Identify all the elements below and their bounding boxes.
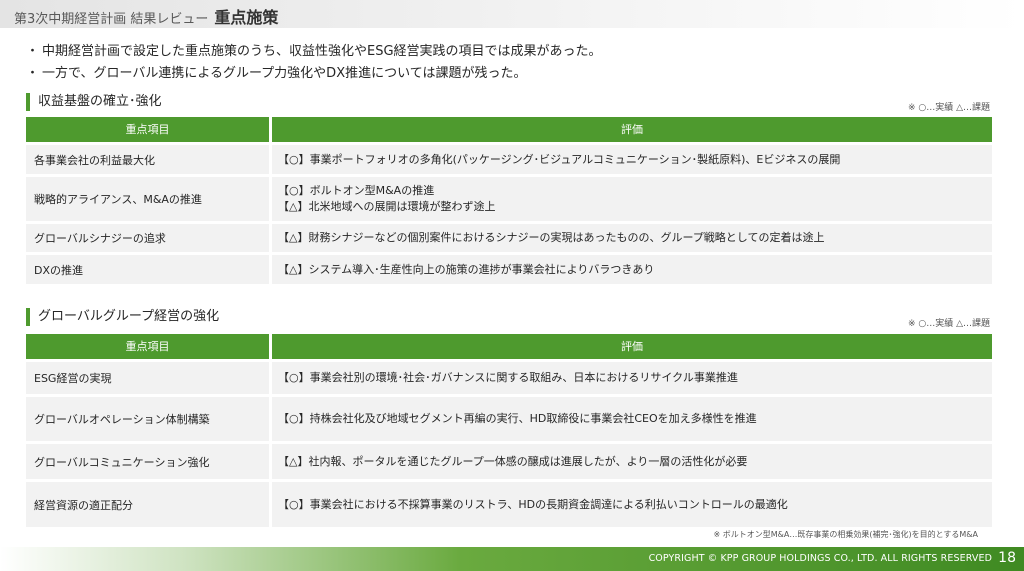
table-row: グローバルオペレーション体制構築 【○】持株会社化及び地域セグメント再編の実行、…: [26, 397, 992, 441]
table-row: 各事業会社の利益最大化 【○】事業ポートフォリオの多角化(パッケージング･ビジュ…: [26, 145, 992, 174]
header-subtitle: 第3次中期経営計画 結果レビュー: [14, 12, 209, 27]
header-evaluation: 評価: [272, 117, 992, 142]
table-header: 重点項目 評価: [26, 117, 992, 142]
page-footer: COPYRIGHT © KPP GROUP HOLDINGS CO., LTD.…: [0, 547, 1024, 571]
table-row: DXの推進 【△】システム導入･生産性向上の施策の進捗が事業会社によりバラつきあ…: [26, 255, 992, 284]
table-row: グローバルシナジーの追求 【△】財務シナジーなどの個別案件におけるシナジーの実現…: [26, 224, 992, 252]
page-number: 18: [998, 550, 1016, 566]
row-evaluation: 【○】事業会社における不採算事業のリストラ、HDの長期資金調達による利払いコント…: [272, 482, 992, 527]
section-legend: ※ ○…実績 △…課題: [907, 103, 990, 113]
bullet-text: 一方で、グローバル連携によるグループ力強化やDX推進については課題が残った。: [42, 66, 527, 81]
row-item: DXの推進: [26, 255, 269, 284]
row-item: 戦略的アライアンス、M&Aの推進: [26, 177, 269, 221]
row-item: 経営資源の適正配分: [26, 482, 269, 527]
row-item: ESG経営の実現: [26, 362, 269, 394]
table-header: 重点項目 評価: [26, 334, 992, 359]
section-title-revenue: 収益基盤の確立･強化: [26, 93, 162, 111]
evaluation-line: 【△】社内報、ポータルを通じたグループ一体感の醸成は進展したが、より一層の活性化…: [278, 454, 748, 468]
evaluation-line: 【△】システム導入･生産性向上の施策の進捗が事業会社によりバラつきあり: [278, 262, 655, 276]
section-title-global: グローバルグループ経営の強化: [26, 308, 219, 326]
page-title: 重点施策: [214, 8, 279, 27]
header-key-item: 重点項目: [26, 117, 269, 142]
row-evaluation: 【○】事業会社別の環境･社会･ガバナンスに関する取組み、日本におけるリサイクル事…: [272, 362, 992, 394]
table-global: 重点項目 評価 ESG経営の実現 【○】事業会社別の環境･社会･ガバナンスに関す…: [26, 334, 992, 527]
table-row: 経営資源の適正配分 【○】事業会社における不採算事業のリストラ、HDの長期資金調…: [26, 482, 992, 527]
page-header: 第3次中期経営計画 結果レビュー 重点施策: [0, 0, 1024, 28]
row-evaluation: 【○】ボルトオン型M&Aの推進 【△】北米地域への展開は環境が整わず途上: [272, 177, 992, 221]
copyright-text: COPYRIGHT © KPP GROUP HOLDINGS CO., LTD.…: [648, 553, 992, 564]
evaluation-line: 【○】事業会社における不採算事業のリストラ、HDの長期資金調達による利払いコント…: [278, 497, 788, 511]
header-key-item: 重点項目: [26, 334, 269, 359]
header-title-group: 第3次中期経営計画 結果レビュー 重点施策: [14, 4, 278, 28]
evaluation-line: 【○】持株会社化及び地域セグメント再編の実行、HD取締役に事業会社CEOを加え多…: [278, 412, 757, 425]
row-item: グローバルシナジーの追求: [26, 224, 269, 252]
table-row: 戦略的アライアンス、M&Aの推進 【○】ボルトオン型M&Aの推進 【△】北米地域…: [26, 177, 992, 221]
section-legend: ※ ○…実績 △…課題: [907, 319, 990, 329]
row-item: グローバルコミュニケーション強化: [26, 444, 269, 479]
bullet-item: ・中期経営計画で設定した重点施策のうち、収益性強化やESG経営実践の項目では成果…: [26, 41, 602, 63]
row-evaluation: 【△】財務シナジーなどの個別案件におけるシナジーの実現はあったものの、グループ戦…: [272, 224, 992, 252]
header-evaluation: 評価: [272, 334, 992, 359]
row-evaluation: 【○】持株会社化及び地域セグメント再編の実行、HD取締役に事業会社CEOを加え多…: [272, 397, 992, 441]
evaluation-line: 【○】事業会社別の環境･社会･ガバナンスに関する取組み、日本におけるリサイクル事…: [278, 371, 738, 384]
summary-bullets: ・中期経営計画で設定した重点施策のうち、収益性強化やESG経営実践の項目では成果…: [26, 41, 602, 85]
row-item: 各事業会社の利益最大化: [26, 145, 269, 174]
evaluation-line: 【○】事業ポートフォリオの多角化(パッケージング･ビジュアルコミュニケーション･…: [278, 152, 841, 166]
row-evaluation: 【△】社内報、ポータルを通じたグループ一体感の醸成は進展したが、より一層の活性化…: [272, 444, 992, 479]
row-item: グローバルオペレーション体制構築: [26, 397, 269, 441]
bullet-item: ・一方で、グローバル連携によるグループ力強化やDX推進については課題が残った。: [26, 63, 602, 85]
evaluation-line: 【△】財務シナジーなどの個別案件におけるシナジーの実現はあったものの、グループ戦…: [278, 231, 825, 244]
bullet-marker: ・: [26, 66, 40, 81]
bullet-marker: ・: [26, 44, 40, 59]
bullet-text: 中期経営計画で設定した重点施策のうち、収益性強化やESG経営実践の項目では成果が…: [42, 44, 602, 59]
table-row: ESG経営の実現 【○】事業会社別の環境･社会･ガバナンスに関する取組み、日本に…: [26, 362, 992, 394]
table-revenue: 重点項目 評価 各事業会社の利益最大化 【○】事業ポートフォリオの多角化(パッケ…: [26, 117, 992, 284]
footnote: ※ ボルトオン型M&A…既存事業の相乗効果(補完･強化)を目的とするM&A: [713, 530, 978, 539]
row-evaluation: 【△】システム導入･生産性向上の施策の進捗が事業会社によりバラつきあり: [272, 255, 992, 284]
evaluation-line: 【○】ボルトオン型M&Aの推進: [278, 184, 435, 197]
row-evaluation: 【○】事業ポートフォリオの多角化(パッケージング･ビジュアルコミュニケーション･…: [272, 145, 992, 174]
table-row: グローバルコミュニケーション強化 【△】社内報、ポータルを通じたグループ一体感の…: [26, 444, 992, 479]
evaluation-line: 【△】北米地域への展開は環境が整わず途上: [278, 200, 496, 213]
